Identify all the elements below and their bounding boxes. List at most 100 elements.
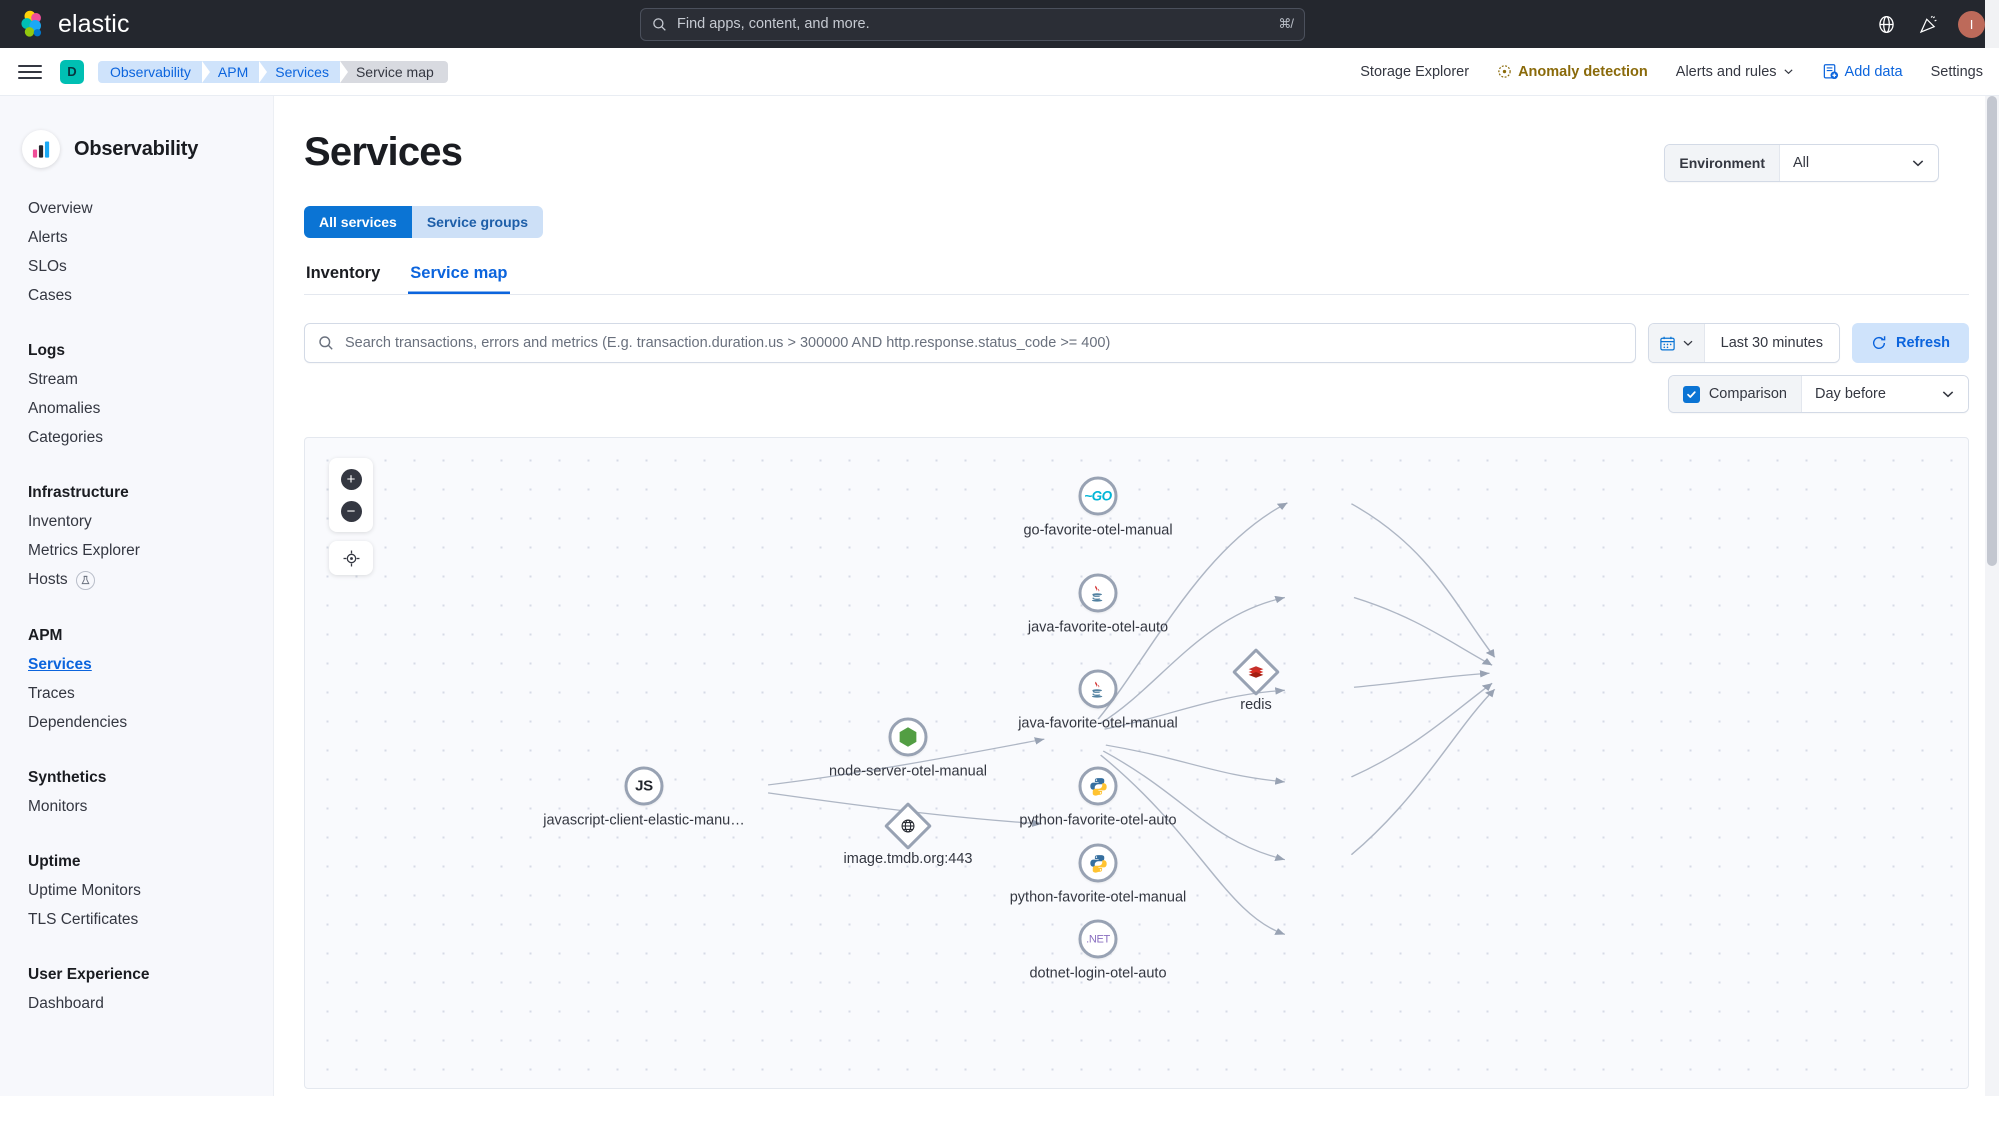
breadcrumb-item-apm[interactable]: APM bbox=[201, 60, 267, 83]
help-icon[interactable] bbox=[1874, 12, 1898, 36]
sidebar-item-alerts[interactable]: Alerts bbox=[0, 223, 273, 252]
breadcrumb-item-services[interactable]: Services bbox=[259, 60, 347, 83]
sidebar-group-infrastructure: Infrastructure bbox=[28, 483, 129, 501]
space-avatar[interactable]: D bbox=[60, 59, 84, 84]
toggle-all-services[interactable]: All services bbox=[304, 206, 412, 238]
environment-select[interactable]: All bbox=[1780, 155, 1938, 171]
dependency-node-redis[interactable]: redis bbox=[1231, 647, 1281, 713]
refresh-button[interactable]: Refresh bbox=[1852, 323, 1969, 363]
sidebar-group-user-experience: User Experience bbox=[28, 965, 150, 983]
nav-alerts-and-rules-label: Alerts and rules bbox=[1675, 63, 1777, 80]
sidebar-item-tls-certificates[interactable]: TLS Certificates bbox=[0, 905, 273, 934]
sidebar-item-uptime-monitors[interactable]: Uptime Monitors bbox=[0, 876, 273, 905]
comparison-checkbox[interactable]: Comparison bbox=[1668, 376, 1802, 412]
sidebar-item-traces[interactable]: Traces bbox=[0, 679, 273, 708]
sidebar-title: Observability bbox=[74, 137, 199, 160]
nav-add-data-label: Add data bbox=[1844, 63, 1903, 80]
query-input[interactable]: Search transactions, errors and metrics … bbox=[304, 323, 1636, 363]
scrollbar-main[interactable] bbox=[1985, 96, 1999, 1124]
python-icon bbox=[1089, 777, 1107, 796]
elastic-brand[interactable]: elastic bbox=[0, 10, 130, 39]
service-node-node-server-otel-manual[interactable]: node-server-otel-manual bbox=[829, 717, 987, 780]
node-shape-circle: ~GO bbox=[1078, 476, 1118, 516]
nav-anomaly-detection[interactable]: Anomaly detection bbox=[1497, 64, 1648, 80]
zoom-in-button[interactable]: + bbox=[329, 463, 373, 495]
sidebar-item-metrics-explorer[interactable]: Metrics Explorer bbox=[0, 536, 273, 565]
global-search-input[interactable]: Find apps, content, and more. ⌘/ bbox=[640, 7, 1305, 41]
breadcrumb-item-observability[interactable]: Observability bbox=[98, 60, 209, 83]
sidebar-item-monitors[interactable]: Monitors bbox=[0, 792, 273, 821]
zoom-out-button[interactable]: − bbox=[329, 495, 373, 527]
page-bottom-strip bbox=[0, 1096, 1999, 1124]
nav-storage-explorer-label: Storage Explorer bbox=[1360, 63, 1470, 80]
sidebar-nav: Overview Alerts SLOs Cases Logs Stream A… bbox=[0, 194, 273, 1018]
java-icon bbox=[1091, 681, 1103, 698]
service-node-python-favorite-otel-manual[interactable]: python-favorite-otel-manual bbox=[1010, 843, 1186, 906]
service-node-javascript-client-elastic-manual[interactable]: JS javascript-client-elastic-manu… bbox=[543, 766, 745, 829]
chevron-down-icon bbox=[1912, 160, 1924, 167]
plus-icon: + bbox=[340, 468, 362, 490]
scrollbar-thumb[interactable] bbox=[1987, 96, 1997, 566]
service-map-canvas[interactable]: + − ~GO go-favorite-otel-manual java-fav… bbox=[304, 437, 1969, 1089]
comparison-value: Day before bbox=[1815, 386, 1886, 402]
add-data-icon bbox=[1823, 64, 1838, 80]
sidebar-item-dashboard[interactable]: Dashboard bbox=[0, 989, 273, 1018]
calendar-icon bbox=[1659, 336, 1675, 351]
service-node-java-favorite-otel-auto[interactable]: java-favorite-otel-auto bbox=[1028, 573, 1168, 636]
sidebar-item-cases[interactable]: Cases bbox=[0, 281, 273, 310]
view-tabs: Inventory Service map bbox=[304, 264, 1969, 295]
minus-icon: − bbox=[340, 500, 362, 522]
scrollbar-track-top bbox=[1985, 0, 1999, 48]
service-node-dotnet-login-otel-auto[interactable]: .NET dotnet-login-otel-auto bbox=[1029, 919, 1167, 982]
sidebar-item-services[interactable]: Services bbox=[0, 650, 273, 679]
nav-alerts-and-rules[interactable]: Alerts and rules bbox=[1676, 64, 1794, 80]
user-avatar[interactable]: I bbox=[1958, 10, 1985, 38]
sidebar-item-dependencies[interactable]: Dependencies bbox=[0, 708, 273, 737]
services-scope-toggle: All services Service groups bbox=[304, 206, 543, 238]
date-range-value[interactable]: Last 30 minutes bbox=[1704, 324, 1839, 362]
sidebar-item-stream[interactable]: Stream bbox=[0, 365, 273, 394]
dependency-node-image-tmdb-org[interactable]: image.tmdb.org:443 bbox=[844, 801, 972, 867]
date-quick-menu-button[interactable] bbox=[1648, 324, 1705, 362]
sidebar-item-slos[interactable]: SLOs bbox=[0, 252, 273, 281]
sidebar-item-hosts[interactable]: Hosts bbox=[0, 565, 273, 595]
beaker-icon bbox=[75, 570, 95, 590]
anomaly-icon bbox=[1498, 65, 1511, 78]
tab-service-map[interactable]: Service map bbox=[408, 264, 509, 294]
sidebar-group-synthetics: Synthetics bbox=[28, 768, 107, 786]
service-node-java-favorite-otel-manual[interactable]: java-favorite-otel-manual bbox=[1018, 669, 1178, 732]
search-icon bbox=[319, 336, 333, 350]
comparison-row: Comparison Day before bbox=[274, 375, 1969, 413]
node-shape-circle bbox=[1078, 573, 1118, 613]
date-picker: Last 30 minutes bbox=[1647, 323, 1840, 363]
service-node-python-favorite-otel-auto[interactable]: python-favorite-otel-auto bbox=[1019, 766, 1177, 829]
python-icon bbox=[1089, 854, 1107, 873]
header-nav: Storage Explorer Anomaly detection Alert… bbox=[1360, 63, 1983, 80]
sidebar-item-categories[interactable]: Categories bbox=[0, 423, 273, 452]
sidebar-item-anomalies[interactable]: Anomalies bbox=[0, 394, 273, 423]
refresh-icon bbox=[1872, 336, 1886, 349]
nav-storage-explorer[interactable]: Storage Explorer bbox=[1360, 64, 1469, 80]
node-label: go-favorite-otel-manual bbox=[1023, 522, 1173, 539]
announcements-icon[interactable] bbox=[1916, 12, 1940, 36]
service-node-go-favorite-otel-manual[interactable]: ~GO go-favorite-otel-manual bbox=[1023, 476, 1173, 539]
environment-picker[interactable]: Environment All bbox=[1664, 144, 1939, 182]
nav-settings[interactable]: Settings bbox=[1931, 64, 1983, 80]
tab-inventory[interactable]: Inventory bbox=[304, 264, 382, 294]
node-shape-circle bbox=[1078, 669, 1118, 709]
center-map-button[interactable] bbox=[329, 541, 373, 575]
environment-value: All bbox=[1793, 155, 1810, 171]
menu-toggle-icon[interactable] bbox=[18, 60, 42, 84]
node-label: python-favorite-otel-manual bbox=[1009, 889, 1187, 906]
sidebar-item-inventory[interactable]: Inventory bbox=[0, 507, 273, 536]
nav-add-data[interactable]: Add data bbox=[1822, 63, 1903, 80]
toggle-service-groups[interactable]: Service groups bbox=[411, 206, 543, 238]
page-title: Services bbox=[304, 130, 463, 174]
java-icon bbox=[1091, 585, 1103, 602]
node-label: node-server-otel-manual bbox=[829, 763, 987, 780]
breadcrumb-bar: D Observability APM Services Service map… bbox=[0, 48, 1999, 96]
comparison-select[interactable]: Day before bbox=[1802, 376, 1968, 412]
breadcrumb-item-service-map[interactable]: Service map bbox=[339, 60, 448, 83]
js-icon: JS bbox=[635, 777, 653, 795]
sidebar-item-overview[interactable]: Overview bbox=[0, 194, 273, 223]
